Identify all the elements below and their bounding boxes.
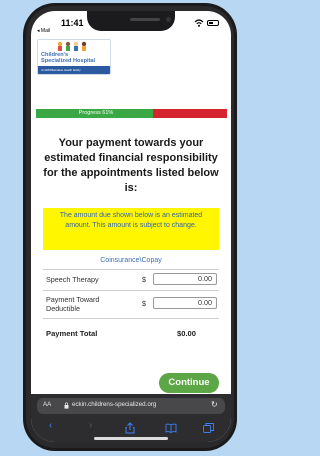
progress-bar: Progress 61% <box>36 109 227 118</box>
divider <box>43 290 219 291</box>
wifi-icon <box>194 19 204 27</box>
divider <box>43 318 219 319</box>
speaker-grille <box>130 18 160 21</box>
coinsurance-copay-label: Coinsurance\Copay <box>100 257 162 264</box>
safari-toolbar: ‹ › <box>31 418 231 438</box>
tabs-icon[interactable] <box>203 423 214 433</box>
front-camera <box>166 17 171 22</box>
deductible-amount-field[interactable]: 0.00 <box>153 297 217 309</box>
url-text: eckin.childrens-specialized.org <box>72 401 157 408</box>
status-time: 11:41 <box>61 18 84 28</box>
payment-total-value: $0.00 <box>177 329 197 338</box>
page-heading: Your payment towards your estimated fina… <box>43 137 219 194</box>
back-icon[interactable]: ‹ <box>49 420 52 431</box>
continue-button[interactable]: Continue <box>159 373 219 393</box>
progress-label: Progress 61% <box>78 110 114 116</box>
forward-icon[interactable]: › <box>89 420 92 431</box>
reload-icon[interactable]: ↻ <box>211 400 218 409</box>
row-currency-speech-therapy: $ <box>142 275 146 284</box>
lock-icon <box>64 402 69 409</box>
payment-total-label: Payment Total <box>46 329 98 338</box>
url-field[interactable]: AA eckin.childrens-specialized.org ↻ <box>37 398 225 414</box>
bookmarks-icon[interactable] <box>165 423 177 433</box>
back-to-mail-link[interactable]: ◂ Mail <box>37 28 50 34</box>
children-figures-icon <box>57 41 87 51</box>
battery-icon <box>207 20 219 26</box>
phone-screen: 11:41 ◂ Mail Children's Specialized Hosp… <box>31 11 231 442</box>
safari-address-bar: AA eckin.childrens-specialized.org ↻ ‹ › <box>31 394 231 442</box>
logo-name-line2: Specialized Hospital <box>41 58 96 64</box>
hospital-logo: Children's Specialized Hospital An RWJBa… <box>37 39 111 75</box>
home-indicator <box>94 437 168 440</box>
share-icon[interactable] <box>125 422 135 434</box>
row-label-deductible: Payment Toward Deductible <box>46 295 100 313</box>
camera-notch <box>87 11 175 31</box>
estimate-notice: The amount due shown below is an estimat… <box>43 208 219 250</box>
logo-tagline: An RWJBarnabas Health facility <box>38 66 110 74</box>
status-bar: 11:41 ◂ Mail <box>31 11 231 39</box>
row-currency-deductible: $ <box>142 299 146 308</box>
row-label-speech-therapy: Speech Therapy <box>46 275 99 284</box>
reader-options-button[interactable]: AA <box>43 401 51 408</box>
speech-therapy-amount-field[interactable]: 0.00 <box>153 273 217 285</box>
divider <box>43 269 219 270</box>
